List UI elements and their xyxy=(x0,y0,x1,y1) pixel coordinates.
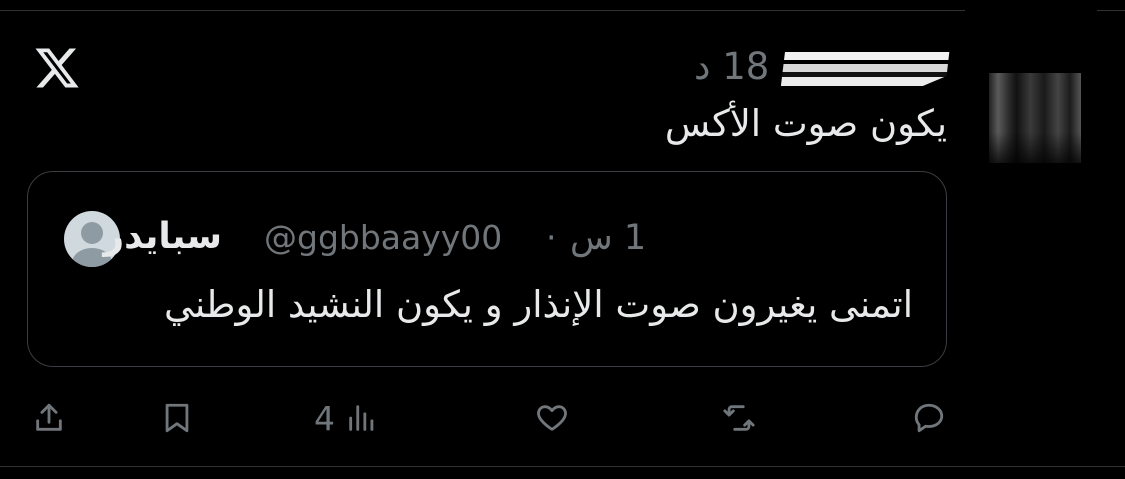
quoted-tweet-card[interactable] xyxy=(27,171,947,367)
views-count: 4 xyxy=(314,398,335,438)
reply-button[interactable] xyxy=(912,398,946,438)
share-button[interactable] xyxy=(32,398,66,438)
like-button[interactable] xyxy=(535,398,569,438)
x-logo-icon xyxy=(35,48,79,88)
quoted-display-name[interactable]: سبايدر xyxy=(103,216,222,257)
quoted-timestamp[interactable]: 1 س xyxy=(570,218,646,258)
top-divider xyxy=(0,10,965,11)
tweet-timestamp[interactable]: 18 د xyxy=(694,45,769,88)
share-icon xyxy=(36,403,62,431)
quoted-handle[interactable]: @ggbbaayy00 xyxy=(264,218,502,257)
bottom-divider xyxy=(0,466,1125,467)
separator-dot: · xyxy=(546,218,557,257)
reply-icon xyxy=(914,403,944,433)
bookmark-icon xyxy=(165,403,189,433)
top-divider-right xyxy=(1097,10,1125,11)
author-avatar[interactable] xyxy=(989,73,1081,163)
author-name-redacted xyxy=(780,46,950,96)
views-icon xyxy=(349,405,374,431)
views-button[interactable]: 4 xyxy=(314,398,379,438)
retweet-icon xyxy=(723,405,755,431)
tweet-text: يكون صوت الأكس xyxy=(664,102,947,145)
quoted-tweet-text: اتمنى يغيرون صوت الإنذار و يكون النشيد ا… xyxy=(164,283,913,326)
bookmark-button[interactable] xyxy=(160,398,194,438)
retweet-button[interactable] xyxy=(722,398,756,438)
heart-icon xyxy=(537,405,567,431)
